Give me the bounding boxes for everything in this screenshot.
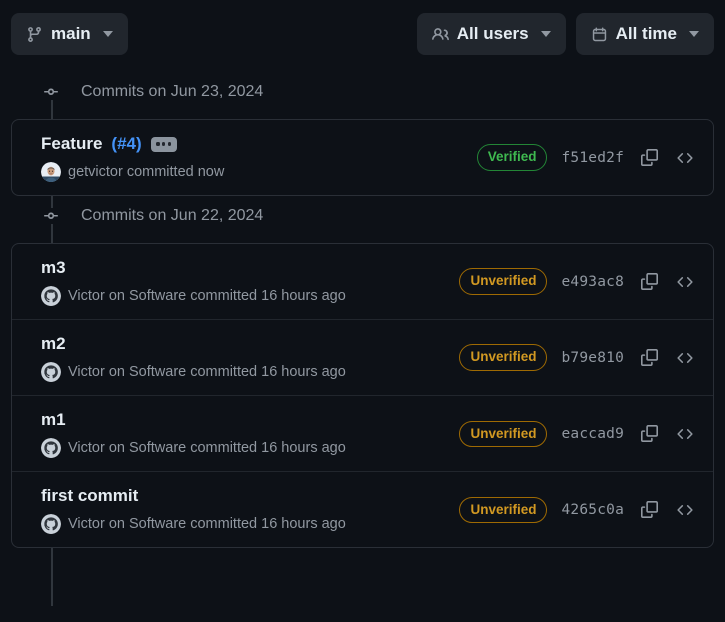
commit-row-main: m3 Victor on Software committed 16 hours… (41, 257, 447, 307)
commit-title[interactable]: m1 (41, 409, 447, 431)
commit-card-1: Feature (#4) getvictor committed now Ver… (11, 119, 714, 197)
calendar-icon (591, 26, 608, 43)
pull-request-link[interactable]: (#4) (111, 133, 141, 155)
chevron-down-icon (689, 31, 699, 37)
commit-group-date: Commits on Jun 22, 2024 (81, 207, 264, 225)
code-icon[interactable] (674, 147, 696, 169)
commit-meta: Victor on Software committed 16 hours ag… (41, 362, 447, 383)
avatar[interactable] (41, 514, 61, 535)
copy-icon[interactable] (638, 147, 660, 169)
code-icon[interactable] (674, 271, 696, 293)
time-filter-button[interactable]: All time (575, 13, 714, 55)
copy-icon[interactable] (638, 271, 660, 293)
expand-commit-message-button[interactable] (150, 136, 177, 152)
verification-status-badge[interactable]: Unverified (459, 268, 548, 295)
toolbar-filters: All users All time (416, 13, 714, 55)
verification-status-badge[interactable]: Verified (476, 144, 548, 171)
user-filter-button[interactable]: All users (416, 13, 566, 55)
branch-name-label: main (51, 24, 91, 43)
copy-icon[interactable] (638, 347, 660, 369)
commit-group-2: Commits on Jun 22, 2024 m3 Victor on Sof… (0, 196, 725, 549)
commit-row-actions: Unverified 4265c0a (447, 496, 696, 524)
commit-title[interactable]: first commit (41, 485, 447, 507)
copy-icon[interactable] (638, 423, 660, 445)
commit-title[interactable]: m2 (41, 333, 447, 355)
commit-row-actions: Unverified e493ac8 (447, 268, 696, 295)
commit-title[interactable]: m3 (41, 257, 447, 279)
commits-feed: Commits on Jun 23, 2024 Feature (#4) get… (0, 72, 725, 549)
commit-author-and-time: Victor on Software committed 16 hours ag… (68, 440, 346, 457)
avatar[interactable] (41, 362, 61, 383)
avatar[interactable] (41, 286, 61, 307)
commit-row-main: m1 Victor on Software committed 16 hours… (41, 409, 447, 459)
commits-page: main All users All time Commits on Jun 2… (0, 0, 725, 622)
avatar[interactable] (41, 162, 61, 183)
commit-author-and-time: Victor on Software committed 16 hours ag… (68, 288, 346, 305)
commit-group-header: Commits on Jun 23, 2024 (0, 72, 725, 112)
commit-meta: Victor on Software committed 16 hours ag… (41, 286, 447, 307)
commit-title-text: m3 (41, 258, 66, 278)
user-filter-label: All users (456, 24, 529, 43)
commit-title-text: first commit (41, 486, 139, 506)
commit-title-text: Feature (41, 134, 103, 153)
commit-title-text: m1 (41, 410, 66, 430)
commit-author-and-time: Victor on Software committed 16 hours ag… (68, 364, 346, 381)
commit-row-actions: Unverified b79e810 (447, 344, 696, 371)
commit-sha[interactable]: b79e810 (561, 350, 624, 366)
time-filter-label: All time (615, 24, 677, 43)
commit-sha[interactable]: e493ac8 (561, 274, 624, 290)
chevron-down-icon (102, 31, 113, 37)
commit-row: m1 Victor on Software committed 16 hours… (12, 395, 713, 471)
avatar[interactable] (41, 438, 61, 459)
verification-status-badge[interactable]: Unverified (459, 496, 548, 524)
commit-meta: Victor on Software committed 16 hours ag… (41, 514, 447, 535)
git-branch-icon (26, 26, 43, 43)
commit-meta: getvictor committed now (41, 162, 465, 183)
commits-toolbar: main All users All time (11, 13, 714, 55)
branch-selector-button[interactable]: main (11, 13, 128, 55)
commit-sha[interactable]: 4265c0a (561, 502, 624, 518)
commit-row-main: m2 Victor on Software committed 16 hours… (41, 333, 447, 383)
code-icon[interactable] (674, 347, 696, 369)
commit-row: m2 Victor on Software committed 16 hours… (12, 319, 713, 395)
verification-status-badge[interactable]: Unverified (459, 420, 548, 448)
commit-node-icon (35, 84, 67, 100)
commit-row-actions: Unverified eaccad9 (447, 420, 696, 448)
copy-icon[interactable] (638, 499, 660, 521)
commit-sha[interactable]: eaccad9 (561, 426, 624, 442)
code-icon[interactable] (674, 423, 696, 445)
chevron-down-icon (540, 31, 551, 37)
commit-group-1: Commits on Jun 23, 2024 Feature (#4) get… (0, 72, 725, 197)
commit-sha[interactable]: f51ed2f (561, 150, 624, 166)
commit-card-2: m3 Victor on Software committed 16 hours… (11, 243, 714, 549)
commit-row: m3 Victor on Software committed 16 hours… (12, 244, 713, 319)
verification-status-badge[interactable]: Unverified (459, 344, 548, 371)
commit-title[interactable]: Feature (#4) (41, 133, 465, 155)
commit-row: first commit Victor on Software committe… (12, 471, 713, 547)
commit-row-main: first commit Victor on Software committe… (41, 485, 447, 535)
commit-row-main: Feature (#4) getvictor committed now (41, 133, 465, 183)
commit-author-and-time: Victor on Software committed 16 hours ag… (68, 516, 346, 533)
commit-group-date: Commits on Jun 23, 2024 (81, 83, 264, 100)
commit-author-and-time: getvictor committed now (68, 164, 225, 181)
commit-group-header: Commits on Jun 22, 2024 (0, 196, 725, 236)
commit-node-icon (35, 208, 67, 225)
commit-title-text: m2 (41, 334, 66, 354)
commit-meta: Victor on Software committed 16 hours ag… (41, 438, 447, 459)
people-icon (431, 26, 449, 43)
code-icon[interactable] (674, 499, 696, 521)
commit-row: Feature (#4) getvictor committed now Ver… (12, 120, 713, 195)
commit-row-actions: Verified f51ed2f (465, 144, 696, 171)
